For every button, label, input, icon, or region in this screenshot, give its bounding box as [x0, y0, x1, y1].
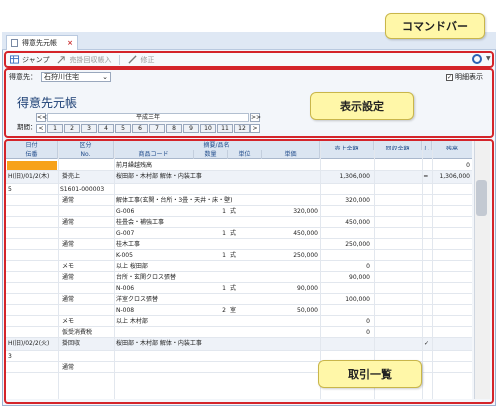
commandbar-highlight: [4, 51, 494, 68]
display-settings-highlight: [4, 68, 494, 138]
callout-commandbar: コマンドバー: [385, 13, 485, 39]
callout-display: 表示設定: [310, 92, 414, 120]
close-icon[interactable]: ×: [67, 39, 73, 47]
callout-list: 取引一覧: [318, 360, 422, 388]
document-icon: [11, 39, 18, 47]
tab-ledger[interactable]: 得意先元帳 ×: [6, 35, 78, 50]
tab-title: 得意先元帳: [22, 39, 57, 47]
